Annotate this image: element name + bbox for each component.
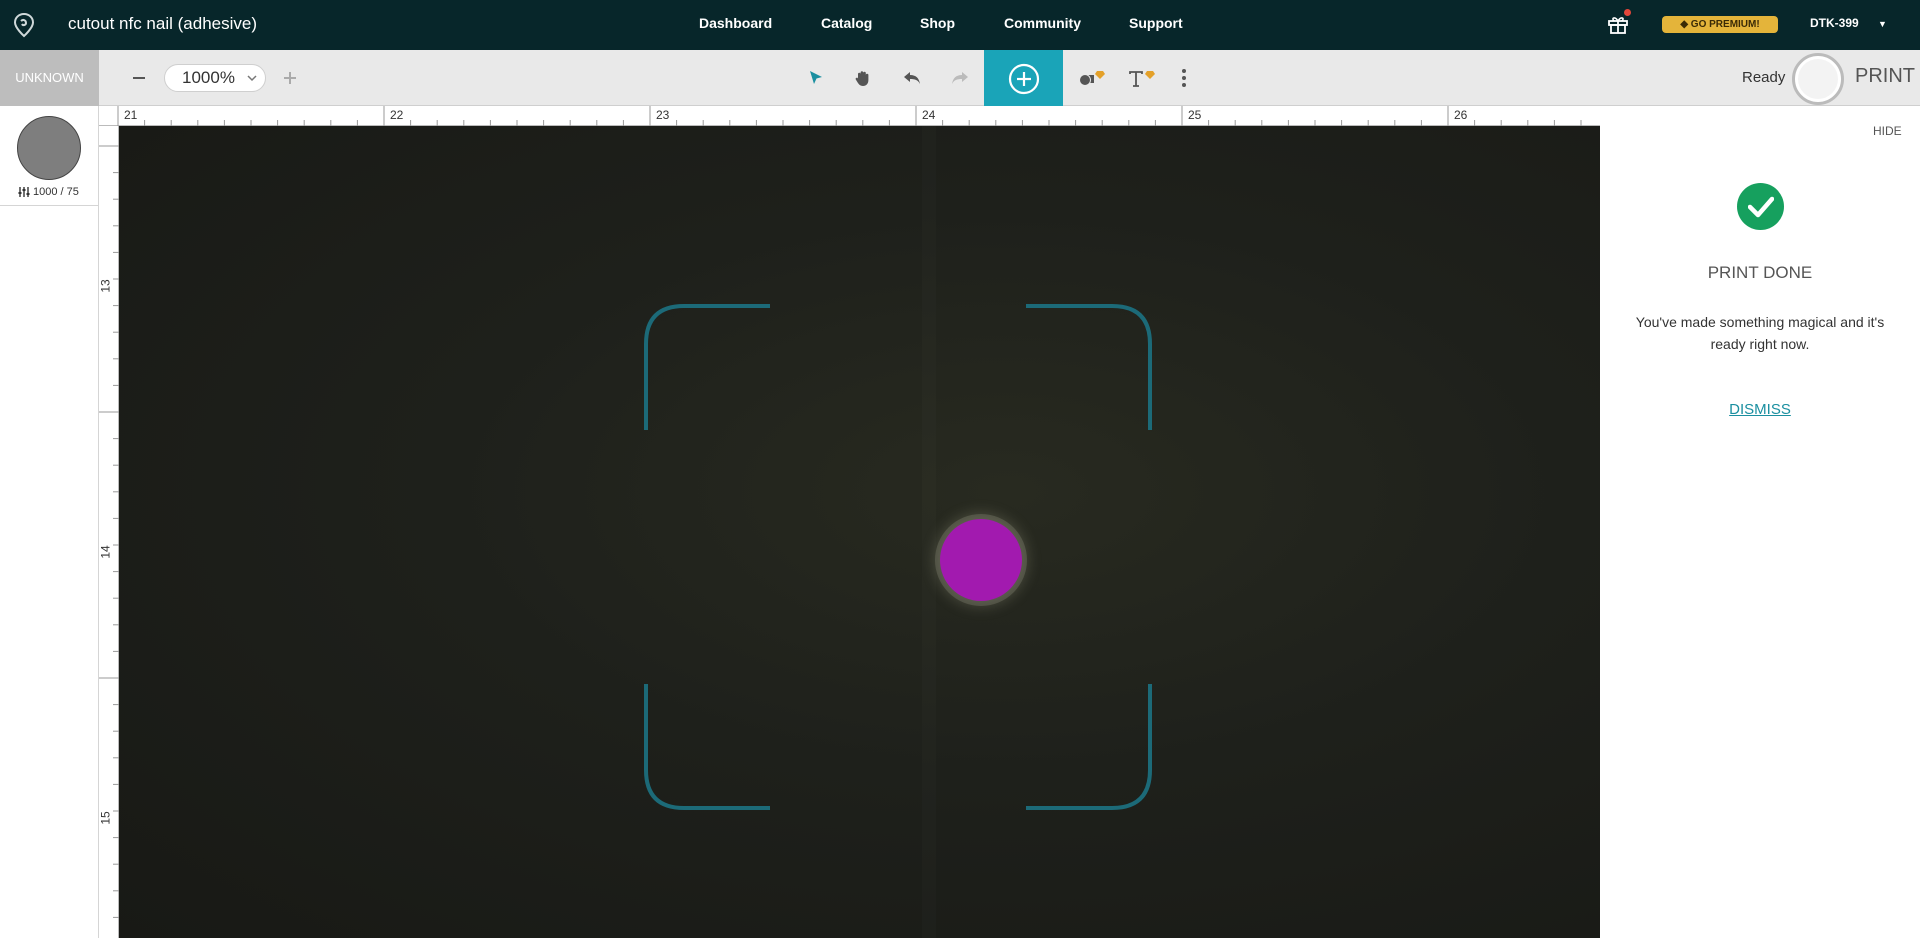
print-button[interactable] bbox=[1792, 53, 1844, 105]
text-icon bbox=[1129, 71, 1155, 87]
zoom-in-icon bbox=[284, 72, 296, 84]
go-premium-button[interactable]: ◆ GO PREMIUM! bbox=[1662, 16, 1778, 33]
main-nav: Dashboard Catalog Shop Community Support bbox=[0, 0, 1920, 50]
power-speed-value: 1000 / 75 bbox=[33, 186, 79, 198]
chevron-down-icon bbox=[247, 75, 257, 82]
power-speed-setting[interactable]: 1000 / 75 bbox=[18, 186, 79, 198]
go-premium-label: GO PREMIUM! bbox=[1690, 19, 1760, 30]
select-arrow-icon bbox=[810, 71, 822, 84]
nav-catalog[interactable]: Catalog bbox=[821, 15, 872, 31]
print-done-message: You've made something magical and it's r… bbox=[1635, 314, 1885, 352]
check-circle-icon bbox=[1737, 183, 1784, 230]
horizontal-ruler-ticks bbox=[117, 106, 1609, 126]
nav-shop[interactable]: Shop bbox=[920, 15, 955, 31]
ruler-label-21: 21 bbox=[124, 108, 138, 122]
dismiss-link[interactable]: DISMISS bbox=[1600, 401, 1920, 418]
shapes-icon bbox=[1079, 71, 1105, 86]
notification-dot bbox=[1624, 9, 1631, 16]
device-status: Ready bbox=[1742, 69, 1786, 86]
ruler-label-14: 14 bbox=[98, 545, 113, 559]
sliders-icon bbox=[18, 187, 30, 197]
shapes-button[interactable] bbox=[1075, 64, 1109, 92]
pan-tool-button[interactable] bbox=[849, 64, 877, 92]
print-label[interactable]: PRINT bbox=[1855, 65, 1915, 88]
select-tool-button[interactable] bbox=[802, 64, 830, 92]
material-frame-corners bbox=[644, 304, 1152, 810]
ruler-label-24: 24 bbox=[922, 108, 936, 122]
design-thumbnail[interactable] bbox=[17, 116, 81, 180]
hide-panel-button[interactable]: HIDE bbox=[1873, 124, 1902, 138]
divider bbox=[0, 205, 99, 206]
material-label[interactable]: UNKNOWN bbox=[0, 50, 99, 106]
top-nav-bar: cutout nfc nail (adhesive) Dashboard Cat… bbox=[0, 0, 1920, 50]
design-object[interactable] bbox=[940, 519, 1022, 601]
caret-down-icon[interactable]: ▼ bbox=[1878, 19, 1887, 29]
undo-button[interactable] bbox=[898, 64, 926, 92]
nav-dashboard[interactable]: Dashboard bbox=[699, 15, 772, 31]
add-object-button[interactable] bbox=[984, 50, 1063, 108]
editor-toolbar: UNKNOWN 1000% Ready PRINT bbox=[0, 50, 1920, 108]
more-vertical-icon bbox=[1182, 69, 1186, 87]
nav-community[interactable]: Community bbox=[1004, 15, 1081, 31]
add-circle-icon bbox=[1008, 63, 1039, 95]
print-done-title: PRINT DONE bbox=[1707, 263, 1813, 282]
ruler-label-25: 25 bbox=[1188, 108, 1202, 122]
ruler-label-15: 15 bbox=[98, 811, 113, 825]
undo-icon bbox=[904, 72, 920, 84]
vertical-ruler: 13 14 15 bbox=[99, 126, 119, 938]
redo-button[interactable] bbox=[946, 64, 974, 92]
nav-support[interactable]: Support bbox=[1129, 15, 1183, 31]
ruler-label-26: 26 bbox=[1454, 108, 1468, 122]
zoom-value: 1000% bbox=[182, 68, 235, 87]
redo-icon bbox=[952, 72, 968, 84]
camera-canvas[interactable] bbox=[119, 126, 1600, 938]
zoom-in-button[interactable] bbox=[276, 64, 304, 92]
design-list-panel: 1000 / 75 bbox=[0, 106, 99, 938]
ruler-label-22: 22 bbox=[390, 108, 404, 122]
print-status-panel bbox=[1600, 106, 1920, 938]
device-selector[interactable]: DTK-399 bbox=[1810, 16, 1859, 30]
more-options-button[interactable] bbox=[1170, 64, 1198, 92]
zoom-select[interactable]: 1000% bbox=[164, 64, 266, 92]
diamond-icon: ◆ bbox=[1680, 19, 1689, 30]
hand-pan-icon bbox=[855, 71, 869, 86]
zoom-out-button[interactable] bbox=[125, 64, 153, 92]
horizontal-ruler: 21 22 23 24 25 26 bbox=[99, 106, 1609, 126]
zoom-out-icon bbox=[133, 77, 145, 79]
text-button[interactable] bbox=[1126, 64, 1160, 92]
ruler-label-13: 13 bbox=[98, 279, 113, 293]
ruler-label-23: 23 bbox=[656, 108, 670, 122]
